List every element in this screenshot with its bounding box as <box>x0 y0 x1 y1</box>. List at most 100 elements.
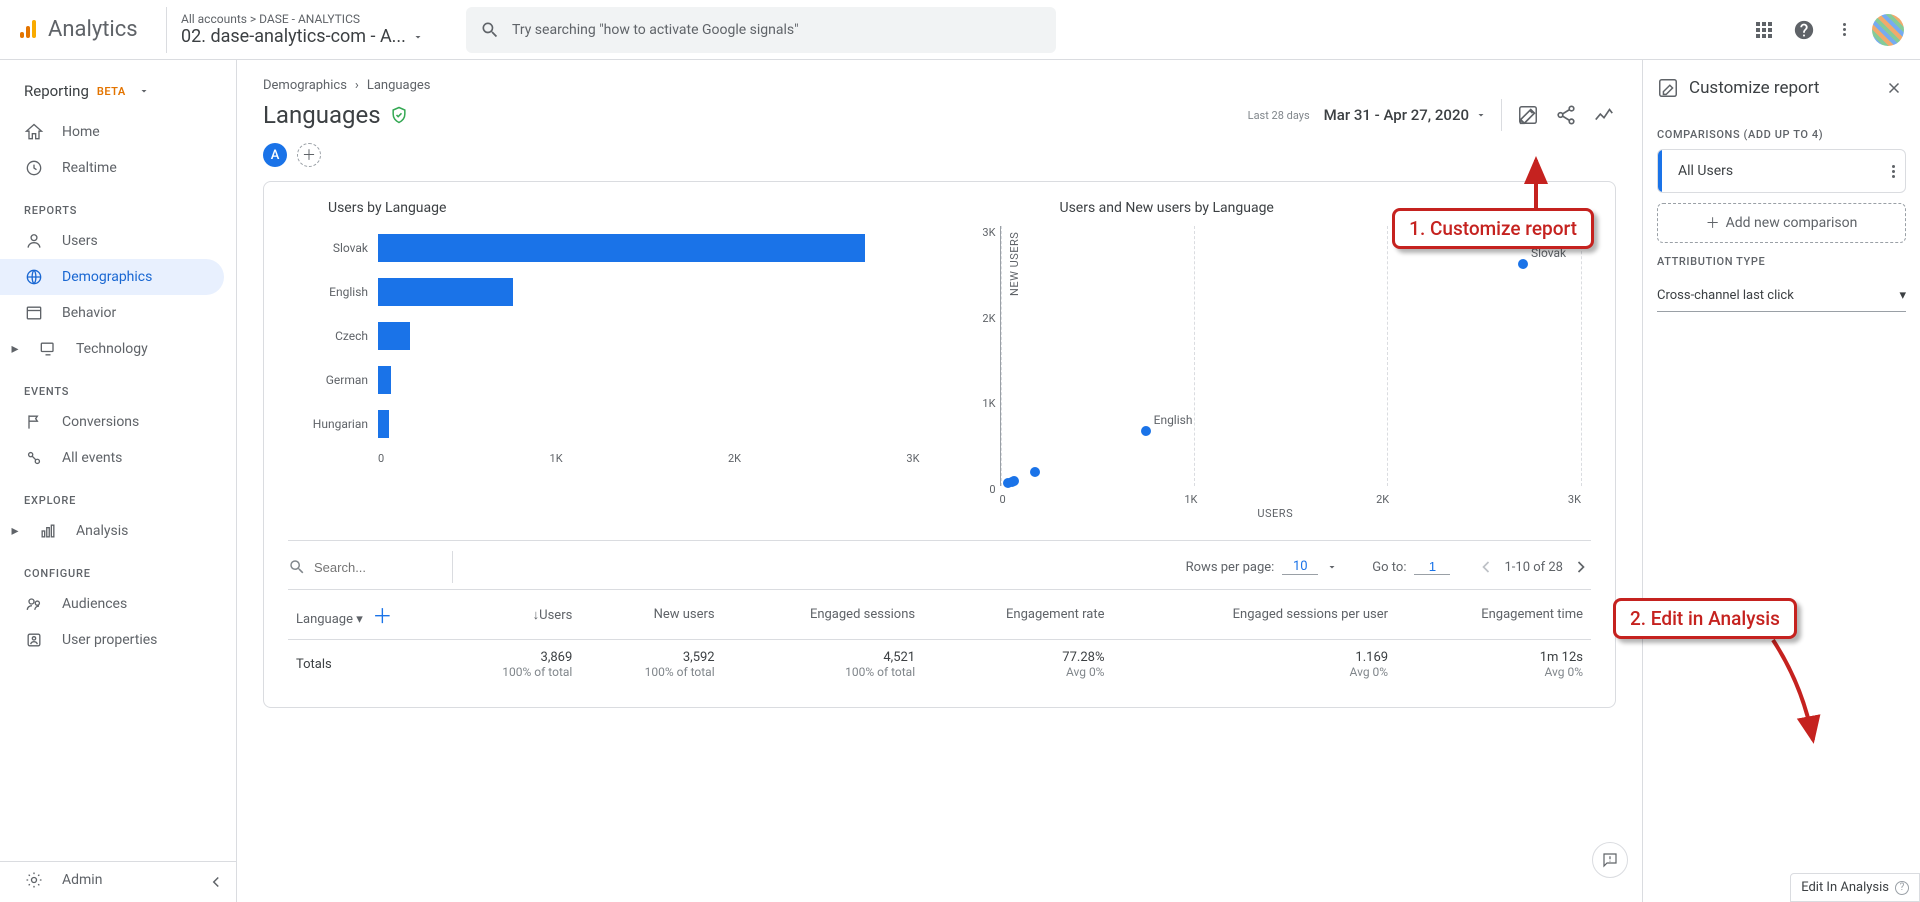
edit-in-analysis-button[interactable]: Edit In Analysis ? <box>1790 873 1920 902</box>
comparison-chips: A ＋ <box>237 139 1642 181</box>
add-comparison-button[interactable]: ＋ Add new comparison <box>1657 203 1906 243</box>
breadcrumb: Demographics › Languages <box>237 60 1642 95</box>
share-icon[interactable] <box>1554 103 1578 127</box>
chevron-right-icon: › <box>355 78 359 93</box>
feedback-icon[interactable] <box>1592 842 1628 878</box>
nav-all-events[interactable]: All events <box>0 440 224 476</box>
events-icon <box>24 448 44 468</box>
comparisons-label: COMPARISONS (ADD UP TO 4) <box>1643 116 1920 149</box>
col-users[interactable]: ↓Users <box>438 590 580 640</box>
product-logo[interactable]: Analytics <box>16 17 156 42</box>
comparison-item-all-users[interactable]: All Users <box>1657 149 1906 193</box>
table-search-input[interactable] <box>314 560 414 575</box>
totals-row: Totals 3,869100% of total 3,592100% of t… <box>288 640 1591 690</box>
attribution-select[interactable]: Cross-channel last click ▾ <box>1657 280 1906 312</box>
col-engagement-rate[interactable]: Engagement rate <box>923 590 1112 640</box>
help-icon[interactable]: ? <box>1895 881 1909 895</box>
scatter-point[interactable] <box>1003 478 1013 488</box>
table-search[interactable] <box>288 558 438 576</box>
caret-down-icon[interactable] <box>1326 561 1338 573</box>
section-events: EVENTS <box>0 367 236 404</box>
collapse-sidebar-icon[interactable] <box>204 870 228 894</box>
col-sessions-per-user[interactable]: Engaged sessions per user <box>1112 590 1396 640</box>
main-content: Demographics › Languages Languages Last … <box>237 60 1642 902</box>
arrow-icon <box>1763 636 1823 746</box>
section-explore: EXPLORE <box>0 476 236 513</box>
goto-label: Go to: <box>1372 560 1406 575</box>
nav-users[interactable]: Users <box>0 223 224 259</box>
nav-behavior[interactable]: Behavior <box>0 295 224 331</box>
comparison-chip-a[interactable]: A <box>263 143 287 167</box>
nav-admin[interactable]: Admin <box>0 862 224 898</box>
page-range: 1-10 of 28 <box>1504 560 1563 575</box>
prev-page-icon[interactable] <box>1476 557 1496 577</box>
section-reports: REPORTS <box>0 186 236 223</box>
more-vert-icon[interactable] <box>1832 18 1856 42</box>
annotation-customize: 1. Customize report <box>1392 208 1594 249</box>
product-name: Analytics <box>48 17 138 42</box>
bar <box>378 322 410 350</box>
analysis-icon <box>38 521 58 541</box>
add-dimension-icon[interactable]: ＋ <box>372 604 392 628</box>
rows-per-page-label: Rows per page: <box>1186 560 1275 575</box>
caret-down-icon <box>138 85 150 97</box>
nav-technology[interactable]: ▸ Technology <box>0 331 224 367</box>
search-bar[interactable]: Try searching "how to activate Google si… <box>466 7 1056 53</box>
totals-label: Totals <box>288 640 438 690</box>
bar-label: Czech <box>288 329 368 343</box>
clock-icon <box>24 158 44 178</box>
add-comparison-chip[interactable]: ＋ <box>297 143 321 167</box>
nav-analysis[interactable]: ▸ Analysis <box>0 513 224 549</box>
nav-demographics[interactable]: Demographics <box>0 259 224 295</box>
rows-per-page-value[interactable]: 10 <box>1282 559 1318 575</box>
bar <box>378 234 865 262</box>
bar-chart: Users by Language SlovakEnglishCzechGerm… <box>288 200 920 516</box>
panel-header: Customize report <box>1643 60 1920 116</box>
nav-realtime[interactable]: Realtime <box>0 150 224 186</box>
goto-input[interactable] <box>1414 559 1450 575</box>
account-selector[interactable]: All accounts > DASE - ANALYTICS 02. dase… <box>166 7 456 53</box>
data-table: Language ▾ ＋ ↓Users New users Engaged se… <box>288 589 1591 689</box>
nav-user-properties[interactable]: User properties <box>0 622 224 658</box>
bar-chart-title: Users by Language <box>288 200 920 216</box>
property-name: 02. dase-analytics-com - A... <box>181 26 456 47</box>
crumb-demographics[interactable]: Demographics <box>263 78 347 93</box>
device-icon <box>38 339 58 359</box>
nav-home[interactable]: Home <box>0 114 224 150</box>
user-avatar[interactable] <box>1872 14 1904 46</box>
annotation-edit-analysis: 2. Edit in Analysis <box>1613 598 1797 639</box>
bar-label: English <box>288 285 368 299</box>
scatter-point[interactable] <box>1030 467 1040 477</box>
date-range-picker[interactable]: Mar 31 - Apr 27, 2020 <box>1324 106 1487 124</box>
globe-icon <box>24 267 44 287</box>
bar-label: Hungarian <box>288 417 368 431</box>
gear-icon <box>24 870 44 890</box>
insights-icon[interactable] <box>1592 103 1616 127</box>
next-page-icon[interactable] <box>1571 557 1591 577</box>
search-icon <box>480 20 500 40</box>
customize-report-icon[interactable] <box>1516 103 1540 127</box>
caret-down-icon <box>412 31 424 43</box>
help-icon[interactable] <box>1792 18 1816 42</box>
customize-icon <box>1657 77 1679 99</box>
more-vert-icon[interactable] <box>1888 161 1899 182</box>
scatter-point[interactable] <box>1518 259 1528 269</box>
user-prop-icon <box>24 630 44 650</box>
page-header: Languages Last 28 days Mar 31 - Apr 27, … <box>237 95 1642 139</box>
col-engaged-sessions[interactable]: Engaged sessions <box>723 590 924 640</box>
reporting-header[interactable]: Reporting BETA <box>0 74 236 114</box>
col-engagement-time[interactable]: Engagement time <box>1396 590 1591 640</box>
arrow-icon <box>1516 154 1556 210</box>
scatter-label: English <box>1154 413 1193 427</box>
nav-audiences[interactable]: Audiences <box>0 586 224 622</box>
scatter-xlabel: USERS <box>1257 507 1293 520</box>
nav-conversions[interactable]: Conversions <box>0 404 224 440</box>
bar <box>378 366 391 394</box>
bar-label: Slovak <box>288 241 368 255</box>
apps-icon[interactable] <box>1752 18 1776 42</box>
close-panel-icon[interactable] <box>1882 76 1906 100</box>
dim-header[interactable]: Language ▾ <box>296 612 363 627</box>
behavior-icon <box>24 303 44 323</box>
scatter-point[interactable] <box>1141 426 1151 436</box>
col-new-users[interactable]: New users <box>580 590 722 640</box>
